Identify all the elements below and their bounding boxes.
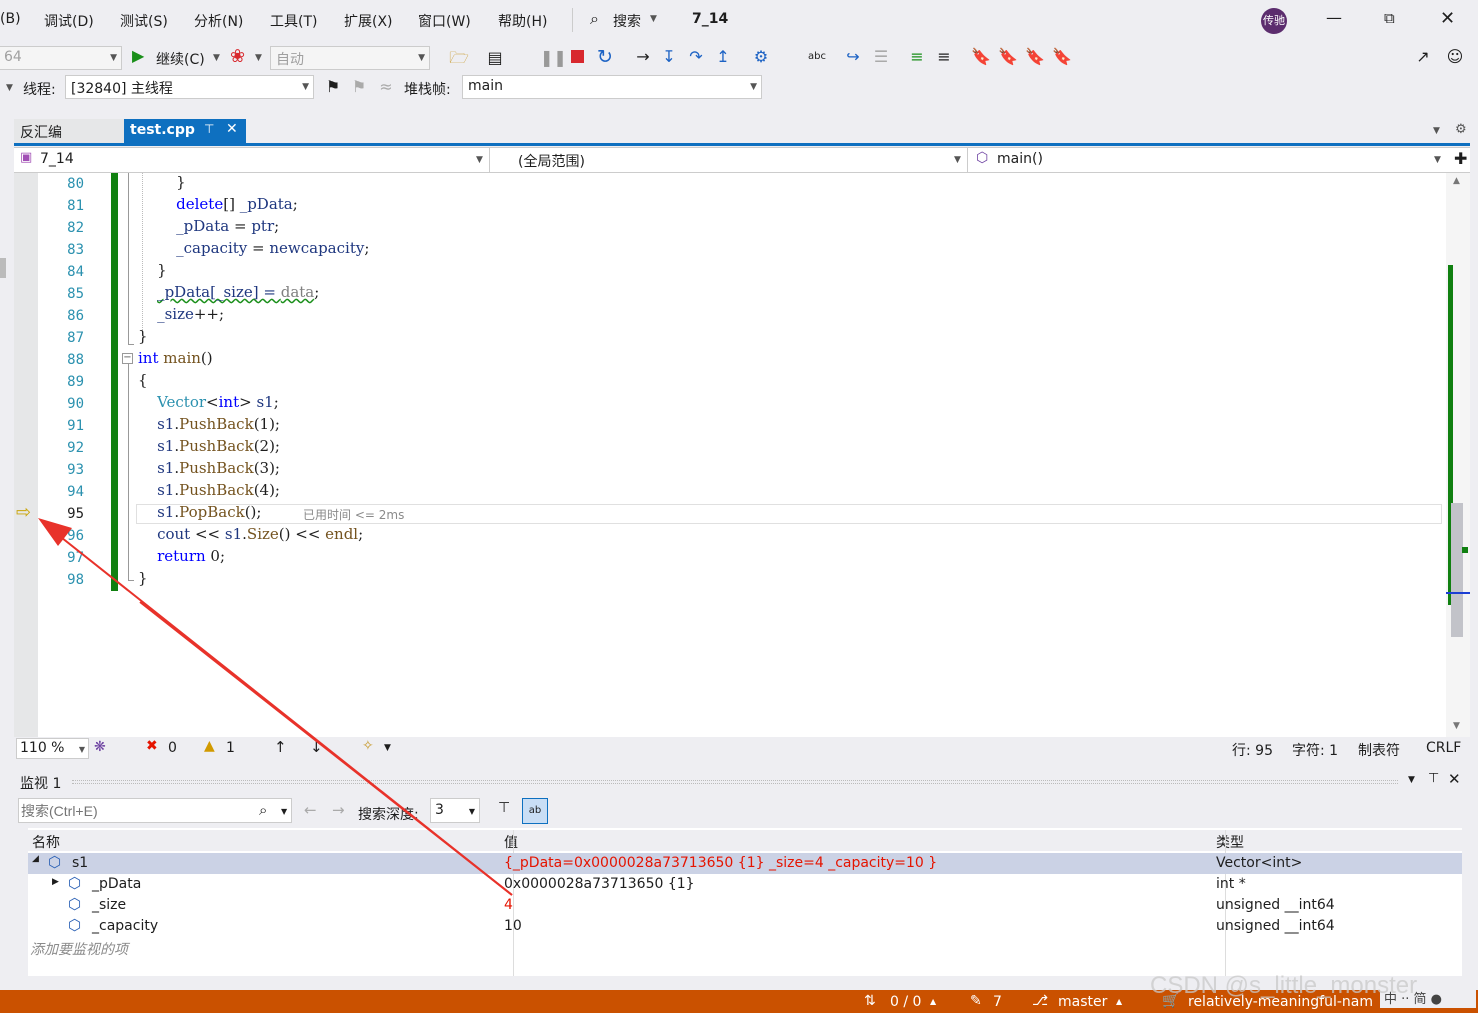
annotation-arrow-line-2 — [139, 601, 513, 896]
annotation-arrow — [38, 518, 513, 896]
